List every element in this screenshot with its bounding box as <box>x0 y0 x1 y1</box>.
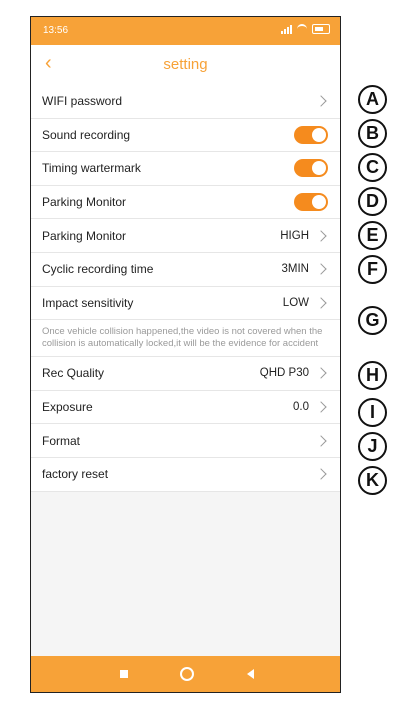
header: ‹ setting <box>31 45 340 85</box>
row-cyclic-recording-time[interactable]: Cyclic recording time 3MIN <box>31 253 340 287</box>
callout-j: J <box>358 432 387 461</box>
row-exposure[interactable]: Exposure 0.0 <box>31 391 340 425</box>
navigation-bar <box>31 656 340 692</box>
chevron-right-icon <box>315 367 327 380</box>
row-value: LOW <box>282 296 309 309</box>
chevron-right-icon <box>315 95 327 107</box>
home-icon[interactable] <box>180 667 194 681</box>
wifi-icon <box>297 24 307 34</box>
row-label: WIFI password <box>42 94 123 109</box>
row-rec-quality[interactable]: Rec Quality QHD P30 <box>31 357 340 391</box>
recent-apps-icon[interactable] <box>120 670 128 678</box>
parking-monitor-toggle[interactable] <box>294 193 328 212</box>
row-wifi-password[interactable]: WIFI password <box>31 85 340 119</box>
status-icons <box>281 24 330 34</box>
page-title: setting <box>163 56 208 73</box>
row-label: Sound recording <box>42 127 131 142</box>
row-label: Exposure <box>42 400 93 415</box>
timing-watermark-toggle[interactable] <box>294 159 328 178</box>
phone-screen: 13:56 ‹ setting WIFI password Sound reco… <box>30 16 341 693</box>
chevron-right-icon <box>315 297 327 309</box>
back-triangle-icon[interactable] <box>247 669 254 679</box>
row-value: QHD P30 <box>259 367 309 380</box>
row-factory-reset[interactable]: factory reset <box>31 458 340 492</box>
chevron-right-icon <box>315 263 327 275</box>
callout-k: K <box>358 466 387 495</box>
row-label: Impact sensitivity <box>42 295 134 310</box>
row-label: Rec Quality <box>42 366 105 381</box>
row-format[interactable]: Format <box>31 424 340 458</box>
row-value: HIGH <box>280 229 309 242</box>
row-parking-monitor-toggle: Parking Monitor <box>31 186 340 220</box>
chevron-right-icon <box>315 434 327 447</box>
row-impact-sensitivity[interactable]: Impact sensitivity LOW <box>31 287 340 321</box>
status-time: 13:56 <box>43 25 69 36</box>
callout-g: G <box>358 306 387 335</box>
chevron-right-icon <box>315 468 327 480</box>
row-sound-recording: Sound recording <box>31 119 340 153</box>
battery-icon <box>312 24 330 34</box>
callout-h: H <box>358 361 387 390</box>
settings-list: WIFI password Sound recording Timing war… <box>31 85 340 492</box>
row-parking-monitor-level[interactable]: Parking Monitor HIGH <box>31 219 340 253</box>
status-bar: 13:56 <box>31 17 340 45</box>
callout-c: C <box>358 153 387 182</box>
row-value: 0.0 <box>293 401 309 414</box>
sound-recording-toggle[interactable] <box>294 125 328 144</box>
callout-a: A <box>358 85 387 114</box>
row-label: Timing wartermark <box>42 161 141 176</box>
callout-i: I <box>358 398 387 427</box>
impact-note: Once vehicle collision happened,the vide… <box>31 320 340 358</box>
chevron-right-icon <box>315 401 327 413</box>
callout-f: F <box>358 255 387 284</box>
chevron-right-icon <box>315 230 327 242</box>
row-label: Cyclic recording time <box>42 262 154 277</box>
callout-b: B <box>358 119 387 148</box>
callout-d: D <box>358 187 387 216</box>
row-label: Format <box>42 433 81 448</box>
signal-icon <box>281 24 292 34</box>
callout-e: E <box>358 221 387 250</box>
row-value: 3MIN <box>281 263 309 276</box>
row-timing-watermark: Timing wartermark <box>31 152 340 186</box>
row-label: Parking Monitor <box>42 228 127 243</box>
row-label: Parking Monitor <box>42 195 127 210</box>
row-label: factory reset <box>42 467 109 482</box>
